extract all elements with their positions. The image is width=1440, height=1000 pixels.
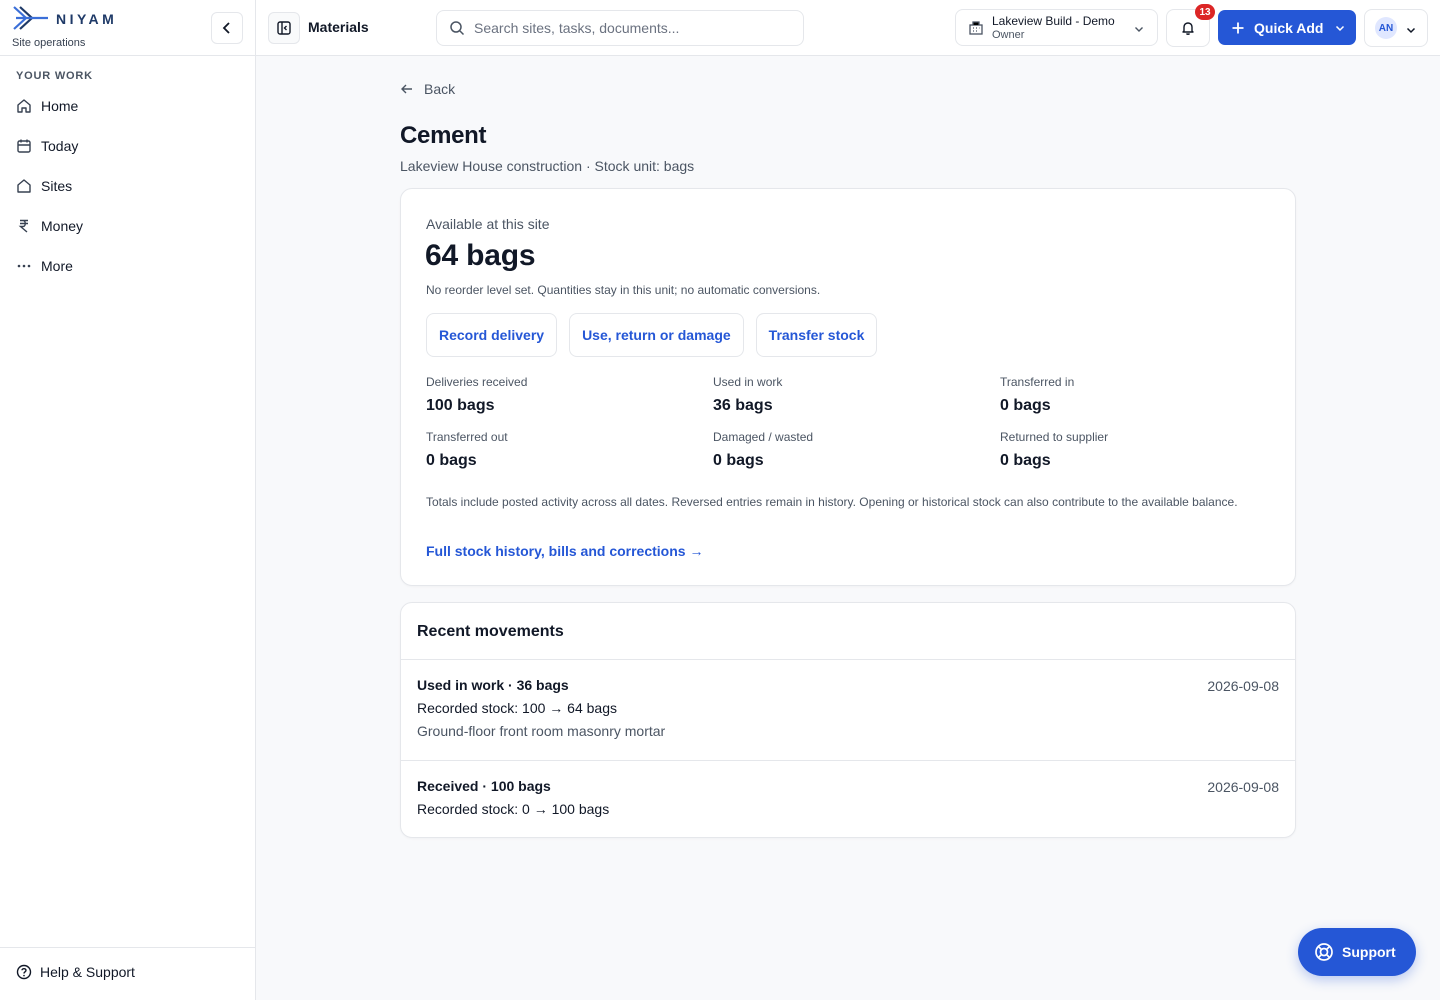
list-item[interactable]: Used in work · 36 bags Recorded stock: 1… — [401, 660, 1295, 761]
stock-stats-grid: Deliveries received 100 bags Used in wor… — [426, 375, 1286, 470]
home-icon — [17, 99, 31, 113]
stat-transferred-in: Transferred in 0 bags — [1000, 375, 1286, 415]
notification-count-badge: 13 — [1195, 4, 1215, 20]
stat-value: 0 bags — [1000, 452, 1051, 469]
list-item[interactable]: Received · 100 bags Recorded stock: 0 → … — [401, 761, 1295, 837]
brand-name: NIYAM — [56, 11, 118, 27]
movement-stock-change: Recorded stock: 100 → 64 bags — [417, 700, 618, 716]
stat-value: 0 bags — [426, 452, 477, 469]
back-label: Back — [424, 81, 456, 97]
toggle-panel-button[interactable] — [268, 12, 300, 44]
page-title: Cement — [400, 122, 487, 149]
collapse-sidebar-button[interactable] — [211, 12, 243, 44]
logo[interactable]: NIYAM — [12, 4, 117, 32]
sidebar-footer: Help & Support — [0, 947, 255, 1000]
niyam-logo-icon — [13, 6, 48, 30]
sidebar-panel-icon — [277, 21, 291, 35]
record-delivery-button[interactable]: Record delivery — [426, 313, 558, 357]
chevron-left-icon — [222, 22, 230, 34]
quick-add-label: Quick Add — [1254, 19, 1324, 36]
stock-history-link[interactable]: Full stock history, bills and correction… — [426, 543, 703, 559]
movements-title: Recent movements — [401, 603, 1295, 660]
chevron-down-icon — [1135, 27, 1143, 32]
building-icon — [17, 179, 31, 193]
chevron-down-icon — [1406, 27, 1416, 34]
movement-title: Used in work · 36 bags — [417, 677, 569, 693]
plus-icon — [1232, 22, 1244, 33]
stat-value: 36 bags — [713, 397, 773, 414]
support-button[interactable]: Support — [1298, 928, 1416, 976]
sidebar-item-money[interactable]: Money — [8, 208, 248, 244]
chevron-down-icon — [1335, 25, 1345, 32]
sidebar-item-label: Today — [41, 138, 79, 154]
stat-label: Transferred in — [1000, 375, 1075, 389]
stat-deliveries-received: Deliveries received 100 bags — [426, 375, 713, 415]
stat-label: Deliveries received — [426, 375, 528, 389]
building-icon — [969, 20, 983, 35]
sidebar-item-today[interactable]: Today — [8, 128, 248, 164]
stat-label: Transferred out — [426, 430, 508, 444]
sidebar-item-label: Sites — [41, 178, 73, 194]
quick-add-button[interactable]: Quick Add — [1218, 10, 1356, 45]
search-icon — [450, 21, 465, 36]
use-return-damage-button[interactable]: Use, return or damage — [569, 313, 744, 357]
stat-label: Returned to supplier — [1000, 430, 1109, 444]
stat-used-in-work: Used in work 36 bags — [713, 375, 1000, 415]
available-label: Available at this site — [426, 216, 550, 232]
bell-icon — [1182, 22, 1194, 35]
stat-label: Damaged / wasted — [713, 430, 814, 444]
brand-header: NIYAM Site operations — [0, 0, 255, 56]
support-label: Support — [1342, 944, 1396, 960]
help-support-link[interactable]: Help & Support — [16, 964, 135, 980]
totals-note: Totals include posted activity across al… — [426, 495, 1238, 509]
stat-value: 100 bags — [426, 397, 495, 414]
movement-stock-change: Recorded stock: 0 → 100 bags — [417, 801, 610, 817]
avatar: AN — [1375, 17, 1397, 39]
back-link[interactable]: Back — [400, 81, 455, 97]
stat-returned-to-supplier: Returned to supplier 0 bags — [1000, 430, 1286, 470]
calendar-icon — [17, 139, 31, 153]
sidebar-item-label: More — [41, 258, 73, 274]
brand-tagline: Site operations — [12, 37, 86, 49]
project-name: Lakeview Build - Demo — [992, 13, 1115, 28]
movement-date: 2026-09-08 — [1207, 678, 1279, 694]
lifebuoy-icon — [1315, 943, 1333, 961]
stat-label: Used in work — [713, 375, 783, 389]
stat-value: 0 bags — [1000, 397, 1051, 414]
notifications-button[interactable]: 13 — [1166, 4, 1215, 47]
available-value: 64 bags — [425, 239, 536, 272]
sidebar: NIYAM Site operations YOUR WORK Home Tod… — [0, 0, 256, 1000]
project-role: Owner — [992, 28, 1025, 41]
transfer-stock-button[interactable]: Transfer stock — [755, 313, 878, 357]
sidebar-item-label: Money — [41, 218, 84, 234]
sidebar-item-more[interactable]: More — [8, 248, 248, 284]
help-support-label: Help & Support — [40, 964, 135, 980]
page-subtitle: Lakeview House construction · Stock unit… — [400, 158, 695, 174]
movement-title: Received · 100 bags — [417, 778, 551, 794]
search-input[interactable] — [474, 20, 784, 36]
stat-value: 0 bags — [713, 452, 764, 469]
user-menu-button[interactable]: AN — [1364, 9, 1428, 47]
arrow-left-icon — [401, 84, 412, 94]
rupee-icon — [18, 219, 28, 233]
project-switcher[interactable]: Lakeview Build - Demo Owner — [955, 9, 1158, 46]
sidebar-item-label: Home — [41, 98, 79, 114]
stat-transferred-out: Transferred out 0 bags — [426, 430, 713, 470]
stock-actions: Record delivery Use, return or damage Tr… — [426, 313, 878, 357]
search-box[interactable] — [436, 10, 804, 46]
page-title-breadcrumb: Materials — [308, 19, 369, 35]
movement-note: Ground-floor front room masonry mortar — [417, 723, 666, 739]
sidebar-item-sites[interactable]: Sites — [8, 168, 248, 204]
stock-summary-card: Available at this site 64 bags No reorde… — [400, 188, 1296, 586]
topbar: Materials Lakeview Build - Demo Owner 13… — [256, 0, 1440, 56]
recent-movements-card: Recent movements Used in work · 36 bags … — [400, 602, 1296, 838]
more-icon — [17, 264, 31, 268]
movement-date: 2026-09-08 — [1207, 779, 1279, 795]
help-circle-icon — [16, 964, 32, 980]
sidebar-item-home[interactable]: Home — [8, 88, 248, 124]
nav-section-label: YOUR WORK — [16, 70, 93, 82]
stat-damaged-wasted: Damaged / wasted 0 bags — [713, 430, 1000, 470]
reorder-note: No reorder level set. Quantities stay in… — [426, 283, 821, 297]
